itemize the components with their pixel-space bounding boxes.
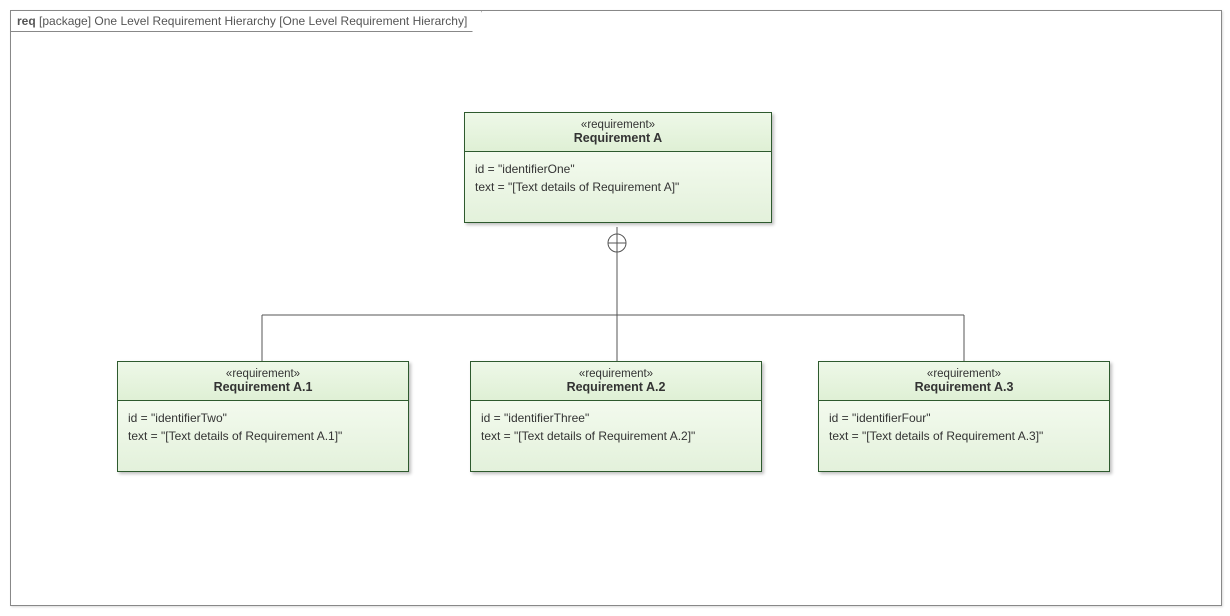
stereotype-label: «requirement» — [126, 368, 400, 380]
stereotype-label: «requirement» — [473, 119, 763, 131]
requirement-name: Requirement A.1 — [126, 380, 400, 394]
requirement-child-3: «requirement» Requirement A.3 id = "iden… — [818, 361, 1110, 472]
requirement-header: «requirement» Requirement A.2 — [471, 362, 761, 401]
requirement-header: «requirement» Requirement A.1 — [118, 362, 408, 401]
id-line: id = "identifierFour" — [829, 409, 1099, 427]
requirement-body: id = "identifierFour" text = "[Text deta… — [819, 401, 1109, 471]
stereotype-label: «requirement» — [479, 368, 753, 380]
requirement-header: «requirement» Requirement A — [465, 113, 771, 152]
id-line: id = "identifierTwo" — [128, 409, 398, 427]
id-line: id = "identifierOne" — [475, 160, 761, 178]
frame-title: One Level Requirement Hierarchy — [94, 14, 275, 28]
requirement-header: «requirement» Requirement A.3 — [819, 362, 1109, 401]
text-line: text = "[Text details of Requirement A.1… — [128, 427, 398, 445]
id-line: id = "identifierThree" — [481, 409, 751, 427]
diagram-frame: req [package] One Level Requirement Hier… — [10, 10, 1222, 606]
requirement-name: Requirement A.2 — [479, 380, 753, 394]
text-line: text = "[Text details of Requirement A.3… — [829, 427, 1099, 445]
text-line: text = "[Text details of Requirement A.2… — [481, 427, 751, 445]
requirement-body: id = "identifierOne" text = "[Text detai… — [465, 152, 771, 222]
frame-bracket: [One Level Requirement Hierarchy] — [279, 14, 467, 28]
requirement-child-2: «requirement» Requirement A.2 id = "iden… — [470, 361, 762, 472]
frame-kind: req — [17, 14, 36, 28]
frame-type: [package] — [39, 14, 91, 28]
text-line: text = "[Text details of Requirement A]" — [475, 178, 761, 196]
requirement-name: Requirement A — [473, 131, 763, 145]
requirement-body: id = "identifierTwo" text = "[Text detai… — [118, 401, 408, 471]
stereotype-label: «requirement» — [827, 368, 1101, 380]
requirement-body: id = "identifierThree" text = "[Text det… — [471, 401, 761, 471]
connectors — [11, 11, 1221, 605]
requirement-parent: «requirement» Requirement A id = "identi… — [464, 112, 772, 223]
frame-tab: req [package] One Level Requirement Hier… — [10, 10, 482, 32]
requirement-child-1: «requirement» Requirement A.1 id = "iden… — [117, 361, 409, 472]
requirement-name: Requirement A.3 — [827, 380, 1101, 394]
